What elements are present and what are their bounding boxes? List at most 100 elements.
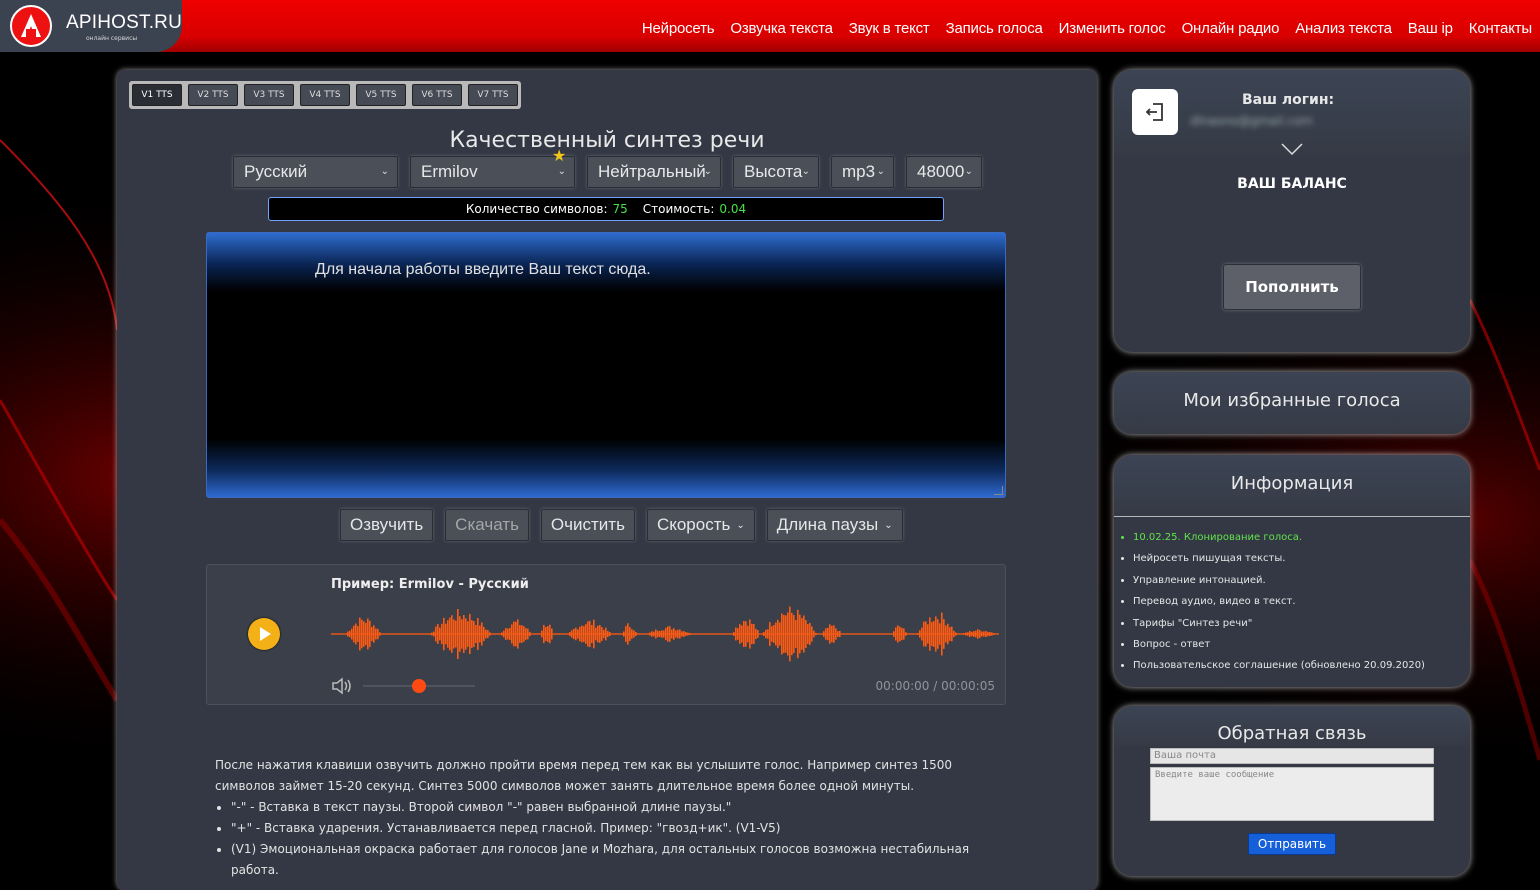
nav-speech-to-text[interactable]: Звук в текст	[849, 20, 930, 37]
clear-button[interactable]: Очистить	[540, 509, 635, 541]
waveform-bar	[745, 621, 747, 647]
usage-bullet: (V1) Эмоциональная окраска работает для …	[231, 839, 985, 881]
text-input-placeholder: Для начала работы введите Ваш текст сюда…	[315, 261, 651, 278]
waveform-bar	[609, 631, 611, 637]
nav-tts[interactable]: Озвучка текста	[730, 20, 833, 37]
waveform-bar	[721, 633, 723, 635]
tab-v3-tts[interactable]: V3 TTS	[244, 84, 294, 106]
favorite-star-icon[interactable]: ★	[552, 146, 566, 165]
nav-voice-record[interactable]: Запись голоса	[946, 20, 1043, 37]
volume-icon[interactable]	[331, 677, 353, 695]
nav-radio[interactable]: Онлайн радио	[1182, 20, 1280, 37]
waveform[interactable]	[331, 597, 999, 671]
waveform-bar	[841, 633, 843, 635]
waveform-bar	[761, 633, 763, 635]
language-select[interactable]: Русский ⌄	[233, 156, 398, 188]
waveform-bar	[365, 622, 367, 646]
pause-length-dropdown[interactable]: Длина паузы ⌄	[766, 509, 903, 541]
waveform-bar	[797, 609, 799, 659]
waveform-bar	[959, 633, 961, 635]
waveform-bar	[377, 628, 379, 640]
waveform-bar	[705, 633, 707, 635]
waveform-bar	[457, 608, 459, 660]
feedback-send-button[interactable]: Отправить	[1248, 833, 1336, 855]
waveform-bar	[657, 630, 659, 638]
waveform-bar	[641, 633, 643, 635]
waveform-bar	[969, 630, 971, 638]
info-link-user-agreement[interactable]: Пользовательское соглашение (обновлено 2…	[1133, 655, 1425, 676]
info-link-voice-cloning[interactable]: 10.02.25. Клонирование голоса.	[1133, 527, 1425, 548]
info-link-tariffs[interactable]: Тарифы "Синтез речи"	[1133, 613, 1425, 634]
waveform-bar	[645, 633, 647, 635]
waveform-bar	[357, 626, 359, 642]
waveform-bar	[719, 633, 721, 635]
voice-select[interactable]: Ermilov ⌄	[410, 156, 575, 188]
waveform-bar	[561, 633, 563, 635]
waveform-bar	[449, 617, 451, 651]
favorites-title: Мои избранные голоса	[1183, 390, 1401, 411]
feedback-message-field[interactable]: Введите ваше сообщение	[1150, 767, 1434, 821]
tab-v2-tts[interactable]: V2 TTS	[188, 84, 238, 106]
volume-slider-knob[interactable]	[412, 679, 426, 693]
topup-button[interactable]: Пополнить	[1223, 264, 1361, 310]
nav-your-ip[interactable]: Ваш ip	[1408, 20, 1453, 37]
waveform-bar	[429, 633, 431, 635]
waveform-bar	[877, 633, 879, 635]
waveform-bar	[687, 632, 689, 636]
waveform-bar	[455, 620, 457, 648]
favorites-panel[interactable]: Мои избранные голоса	[1114, 372, 1470, 434]
waveform-bar	[435, 626, 437, 642]
waveform-bar	[715, 633, 717, 635]
waveform-bar	[599, 625, 601, 643]
tab-v4-tts[interactable]: V4 TTS	[300, 84, 350, 106]
waveform-bar	[373, 625, 375, 643]
tab-v6-tts[interactable]: V6 TTS	[412, 84, 462, 106]
site-header: APIHOST.RU онлайн сервисы Нейросеть Озву…	[0, 0, 1540, 52]
waveform-bar	[813, 630, 815, 638]
speed-dropdown[interactable]: Скорость ⌄	[646, 509, 755, 541]
waveform-bar	[921, 627, 923, 641]
info-link-neural-writer[interactable]: Нейросеть пишущая тексты.	[1133, 548, 1425, 569]
waveform-bar	[369, 620, 371, 648]
waveform-bar	[465, 618, 467, 650]
waveform-bar	[647, 633, 649, 635]
info-link-intonation[interactable]: Управление интонацией.	[1133, 570, 1425, 591]
speak-button[interactable]: Озвучить	[340, 509, 434, 541]
waveform-bar	[551, 628, 553, 640]
samplerate-select[interactable]: 48000 ⌄	[906, 156, 982, 188]
pitch-select[interactable]: Высота ⌄	[733, 156, 819, 188]
speed-label: Скорость	[656, 515, 731, 534]
feedback-email-field[interactable]: Ваша почта	[1150, 748, 1434, 764]
waveform-bar	[871, 633, 873, 635]
logout-button[interactable]	[1132, 89, 1178, 135]
waveform-bar	[825, 628, 827, 640]
waveform-bar	[853, 633, 855, 635]
waveform-bar	[547, 626, 549, 642]
format-select[interactable]: mp3 ⌄	[831, 156, 894, 188]
tab-v5-tts[interactable]: V5 TTS	[356, 84, 406, 106]
play-button[interactable]	[248, 618, 280, 650]
waveform-bar	[471, 620, 473, 648]
info-link-transcription[interactable]: Перевод аудио, видео в текст.	[1133, 591, 1425, 612]
emotion-select[interactable]: Нейтральный ⌄	[587, 156, 721, 188]
waveform-bar	[339, 633, 341, 635]
waveform-bar	[941, 612, 943, 656]
download-button[interactable]: Скачать	[445, 509, 529, 541]
waveform-bar	[987, 631, 989, 637]
nav-change-voice[interactable]: Изменить голос	[1059, 20, 1166, 37]
chevron-down-icon[interactable]	[1280, 142, 1304, 156]
waveform-bar	[965, 632, 967, 636]
resize-handle[interactable]	[994, 486, 1003, 495]
logo-text: APIHOST.RU	[66, 12, 183, 33]
waveform-bar	[783, 614, 785, 654]
text-input[interactable]: Для начала работы введите Ваш текст сюда…	[206, 232, 1006, 498]
info-link-faq[interactable]: Вопрос - ответ	[1133, 634, 1425, 655]
waveform-bar	[885, 633, 887, 635]
nav-neural[interactable]: Нейросеть	[642, 20, 715, 37]
logo[interactable]: APIHOST.RU онлайн сервисы	[0, 0, 182, 52]
tab-v7-tts[interactable]: V7 TTS	[468, 84, 518, 106]
nav-contacts[interactable]: Контакты	[1469, 20, 1532, 37]
waveform-bar	[859, 633, 861, 635]
nav-text-analysis[interactable]: Анализ текста	[1295, 20, 1392, 37]
tab-v1-tts[interactable]: V1 TTS	[132, 84, 182, 106]
